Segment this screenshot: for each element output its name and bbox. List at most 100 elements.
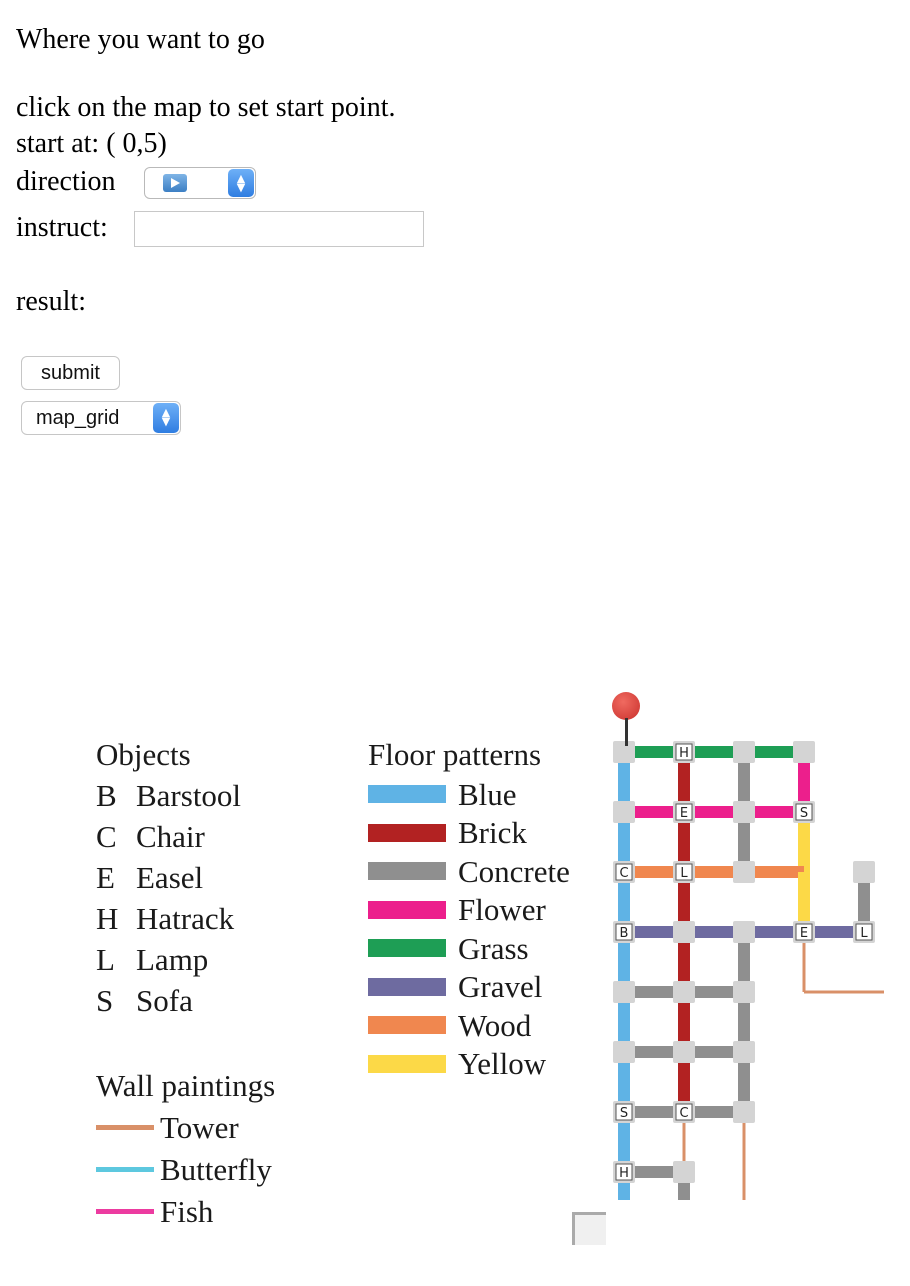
object-legend-item: B Barstool [96, 775, 241, 816]
map-grid[interactable]: H E S C L B E L S C H [604, 690, 884, 1200]
start-point-label: start at: ( 0,5) [16, 128, 167, 159]
floor-name: Yellow [458, 1046, 547, 1082]
wall-line-swatch [96, 1208, 154, 1214]
map-grid-node [613, 741, 635, 763]
wall-line-swatch [96, 1124, 154, 1130]
object-name: Lamp [136, 942, 209, 977]
objects-title: Objects [96, 737, 191, 772]
floor-swatch [368, 939, 446, 958]
map-select-value: map_grid [36, 407, 120, 429]
floor-legend-item: Wood [368, 1006, 570, 1045]
result-label: result: [16, 286, 86, 317]
wall-paintings-legend: Wall paintings Tower Butterfly Fish [96, 1065, 275, 1232]
object-name: Barstool [136, 778, 242, 813]
map-hint: click on the map to set start point. [16, 92, 396, 123]
object-code: B [96, 778, 117, 813]
object-legend-item: L Lamp [96, 939, 241, 980]
wall-paintings-title: Wall paintings [96, 1068, 276, 1103]
object-code: H [96, 901, 119, 936]
floor-legend-item: Yellow [368, 1045, 570, 1084]
map-grid-node [673, 1161, 695, 1183]
map-object-label: H [619, 1166, 629, 1181]
floor-legend-item: Gravel [368, 968, 570, 1007]
map-object-label: C [619, 866, 628, 881]
wall-legend-item: Fish [96, 1190, 275, 1232]
submit-button[interactable]: submit [21, 356, 120, 390]
map-grid-node [733, 1101, 755, 1123]
map-object-label: H [679, 746, 689, 761]
map-object-label: E [800, 926, 808, 941]
floor-swatch [368, 785, 446, 804]
objects-legend: Objects B Barstool C Chair E Easel H Hatrack L La… [96, 734, 241, 1021]
wall-legend-item: Butterfly [96, 1148, 275, 1190]
object-legend-item: S Sofa [96, 980, 241, 1021]
map-grid-node [613, 981, 635, 1003]
floor-legend-item: Blue [368, 775, 570, 814]
floor-patterns-title: Floor patterns [368, 737, 542, 772]
map-grid-node [613, 801, 635, 823]
object-code: C [96, 819, 117, 854]
floor-name: Flower [458, 892, 546, 928]
instruct-label: instruct: [16, 212, 108, 243]
floor-legend-item: Concrete [368, 852, 570, 891]
map-edge [606, 1192, 614, 1248]
object-code: L [96, 942, 115, 977]
floor-swatch [368, 1054, 446, 1073]
map-grid-node [793, 741, 815, 763]
floor-swatch [368, 1016, 446, 1035]
map-grid-node [673, 981, 695, 1003]
object-code: S [96, 983, 114, 1018]
chevron-up-down-icon: ▲ ▼ [153, 403, 179, 433]
map-select[interactable]: map_grid ▲ ▼ [21, 401, 181, 435]
chevron-up-down-icon: ▲ ▼ [228, 169, 254, 197]
floor-name: Wood [458, 1007, 532, 1043]
wall-line-swatch [96, 1166, 154, 1172]
wall-name: Butterfly [160, 1151, 272, 1187]
start-pin-icon [612, 692, 640, 720]
map-object-label: C [679, 1106, 688, 1121]
object-legend-item: C Chair [96, 816, 241, 857]
floor-name: Blue [458, 776, 517, 812]
wall-legend-item: Tower [96, 1106, 275, 1148]
object-name: Hatrack [136, 901, 235, 936]
floor-patterns-legend: Floor patterns Blue Brick Concrete Flower Gr… [368, 734, 570, 1083]
map-grid-node [733, 801, 755, 823]
map-grid-node [673, 1041, 695, 1063]
floor-legend-item: Flower [368, 891, 570, 930]
floor-swatch [368, 900, 446, 919]
floor-swatch [368, 977, 446, 996]
object-name: Sofa [136, 983, 193, 1018]
map-object-label: L [680, 866, 688, 881]
map-object-label: B [620, 926, 629, 941]
map-grid-node [613, 1041, 635, 1063]
floor-swatch [368, 823, 446, 842]
map-object-label: S [620, 1106, 628, 1121]
object-name: Chair [136, 819, 205, 854]
floor-swatch [368, 862, 446, 881]
floor-name: Gravel [458, 969, 543, 1005]
floor-name: Concrete [458, 853, 570, 889]
wall-name: Tower [160, 1109, 239, 1145]
object-name: Easel [136, 860, 204, 895]
floor-legend-item: Grass [368, 929, 570, 968]
floor-name: Grass [458, 930, 529, 966]
start-pin-stem [625, 718, 628, 746]
object-legend-item: H Hatrack [96, 898, 241, 939]
map-object-label: E [680, 806, 688, 821]
object-legend-item: E Easel [96, 857, 241, 898]
map-grid-node [733, 741, 755, 763]
map-grid-node [853, 861, 875, 883]
instruct-input[interactable] [134, 211, 424, 247]
map-grid-node [673, 921, 695, 943]
floor-legend-item: Brick [368, 814, 570, 853]
map-grid-node [733, 981, 755, 1003]
object-code: E [96, 860, 115, 895]
play-arrow-icon [163, 174, 187, 192]
floor-name: Brick [458, 815, 527, 851]
map-object-label: S [800, 806, 808, 821]
map-grid-node [733, 861, 755, 883]
direction-select[interactable]: ▲ ▼ [144, 167, 256, 199]
map-grid-node [733, 1041, 755, 1063]
direction-label: direction [16, 166, 116, 197]
wall-name: Fish [160, 1193, 214, 1229]
